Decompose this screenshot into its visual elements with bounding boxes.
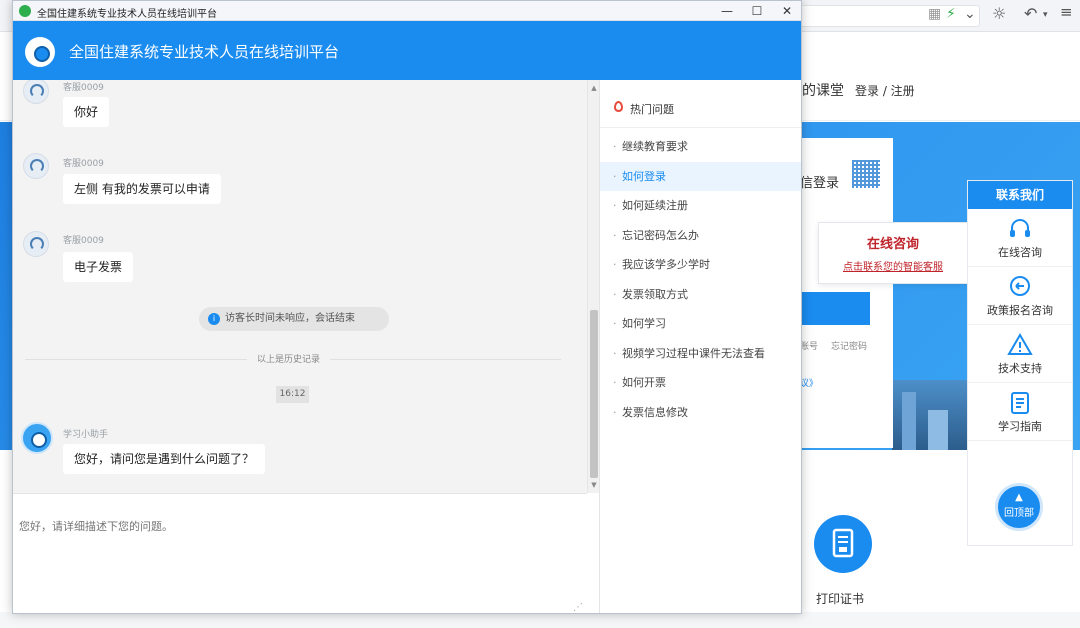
back-to-top-label: 回顶部 [1004, 508, 1034, 519]
message-input[interactable] [19, 518, 579, 598]
faq-title: 热门问题 [630, 103, 674, 116]
assistant-avatar [21, 422, 53, 454]
agreement-link[interactable]: 议》 [800, 376, 818, 389]
contact-item-label: 技术支持 [998, 362, 1042, 375]
grid-icon[interactable]: ▦ [928, 6, 941, 22]
contact-item-study-guide[interactable]: 学习指南 [968, 383, 1072, 441]
faq-item[interactable]: 视频学习过程中课件无法查看 [600, 339, 801, 369]
message-bubble: 您好，请问您是遇到什么问题了？ [63, 444, 266, 474]
guide-icon [1011, 392, 1029, 414]
lightning-icon[interactable]: ⚡ [946, 6, 956, 22]
window-titlebar[interactable]: 全国住建系统专业技术人员在线培训平台 — ☐ ✕ [13, 1, 801, 21]
scroll-thumb[interactable] [590, 310, 598, 478]
online-consult-popup[interactable]: 在线咨询 点击联系您的智能客服 [818, 222, 968, 284]
faq-panel: 热门问题 继续教育要求 如何登录 如何延续注册 忘记密码怎么办 我应该学多少学时… [599, 80, 801, 613]
page-footer-strip [0, 612, 1080, 628]
contact-item-label: 政策报名咨询 [987, 304, 1053, 317]
certificate-icon[interactable] [814, 515, 872, 573]
fire-icon [614, 101, 623, 112]
message-bubble: 电子发票 [63, 252, 134, 282]
headset-icon [1010, 219, 1030, 237]
faq-item[interactable]: 发票领取方式 [600, 280, 801, 310]
arrow-up-icon: ▲ [1015, 492, 1023, 503]
consult-popup-link[interactable]: 点击联系您的智能客服 [819, 258, 967, 273]
app-logo-icon [19, 5, 31, 17]
contact-item-label: 学习指南 [998, 420, 1042, 433]
login-button[interactable] [800, 292, 870, 325]
chat-header: 全国住建系统专业技术人员在线培训平台 [13, 21, 801, 80]
faq-item[interactable]: 发票信息修改 [600, 398, 801, 428]
back-to-top-button[interactable]: ▲ 回顶部 [995, 483, 1043, 531]
window-title: 全国住建系统专业技术人员在线培训平台 [37, 9, 217, 20]
minimize-button[interactable]: — [712, 1, 742, 21]
faq-list: 继续教育要求 如何登录 如何延续注册 忘记密码怎么办 我应该学多少学时 发票领取… [600, 128, 801, 428]
contact-item-policy-consult[interactable]: 政策报名咨询 [968, 267, 1072, 325]
undo-icon[interactable]: ↶ [1024, 4, 1037, 23]
qr-code-icon[interactable] [852, 160, 880, 188]
contact-item-online-consult[interactable]: 在线咨询 [968, 209, 1072, 267]
faq-item[interactable]: 我应该学多少学时 [600, 250, 801, 280]
contact-panel-title: 联系我们 [968, 181, 1072, 209]
forgot-password-link[interactable]: 忘记密码 [831, 339, 867, 352]
certificate-glyph [832, 528, 854, 558]
message-list[interactable]: 客服0009 你好 客服0009 左侧 有我的发票可以申请 客服0009 电子发… [13, 80, 587, 493]
contact-item-label: 在线咨询 [998, 246, 1042, 259]
login-register-link[interactable]: 登录 / 注册 [855, 82, 915, 99]
agent-avatar [23, 153, 49, 179]
consult-popup-title: 在线咨询 [866, 237, 919, 252]
chat-back-icon [1010, 276, 1030, 296]
faq-item[interactable]: 如何开票 [600, 368, 801, 398]
session-ended-notice: i 访客长时间未响应，会话结束 [199, 307, 389, 331]
maximize-button[interactable]: ☐ [742, 1, 772, 21]
faq-item[interactable]: 如何登录 [600, 161, 801, 191]
menu-icon[interactable]: ≡ [1060, 3, 1073, 21]
account-link[interactable]: 账号 [800, 339, 818, 352]
message-scrollbar[interactable]: ▲ ▼ [587, 80, 599, 493]
city-image [892, 380, 970, 450]
platform-logo-icon [25, 37, 55, 67]
info-icon: i [208, 313, 220, 325]
message-bubble: 你好 [63, 97, 110, 127]
message-input-area: ⋰ [13, 493, 587, 613]
session-ended-text: 访客长时间未响应，会话结束 [225, 313, 355, 324]
print-certificate-label[interactable]: 打印证书 [816, 590, 864, 607]
agent-avatar [23, 231, 49, 257]
chat-window: 全国住建系统专业技术人员在线培训平台 — ☐ ✕ 全国住建系统专业技术人员在线培… [12, 0, 802, 614]
close-button[interactable]: ✕ [772, 1, 801, 21]
message-bubble: 左侧 有我的发票可以申请 [63, 174, 221, 204]
contact-item-tech-support[interactable]: 技术支持 [968, 325, 1072, 383]
faq-item[interactable]: 如何学习 [600, 309, 801, 339]
resize-grip-icon[interactable]: ⋰ [573, 602, 583, 613]
header-title: 全国住建系统专业技术人员在线培训平台 [69, 43, 340, 61]
message-sender: 客服0009 [63, 236, 104, 246]
time-stamp: 16:12 [276, 386, 309, 403]
caret-icon[interactable]: ▾ [1043, 10, 1048, 20]
faq-item[interactable]: 继续教育要求 [600, 132, 801, 162]
brightness-icon[interactable]: ☼ [992, 4, 1006, 23]
agent-avatar [23, 80, 49, 104]
faq-item[interactable]: 忘记密码怎么办 [600, 221, 801, 251]
login-title: 信登录 [800, 176, 840, 191]
faq-header: 热门问题 [600, 80, 801, 128]
message-sender: 学习小助手 [63, 430, 109, 440]
message-sender: 客服0009 [63, 83, 104, 93]
history-label: 以上是历史记录 [247, 352, 331, 365]
warning-icon [1007, 333, 1033, 355]
chevron-down-icon[interactable]: ⌄ [964, 6, 976, 22]
message-sender: 客服0009 [63, 159, 104, 169]
nav-item-classroom[interactable]: 的课堂 [802, 80, 844, 100]
faq-item[interactable]: 如何延续注册 [600, 191, 801, 221]
